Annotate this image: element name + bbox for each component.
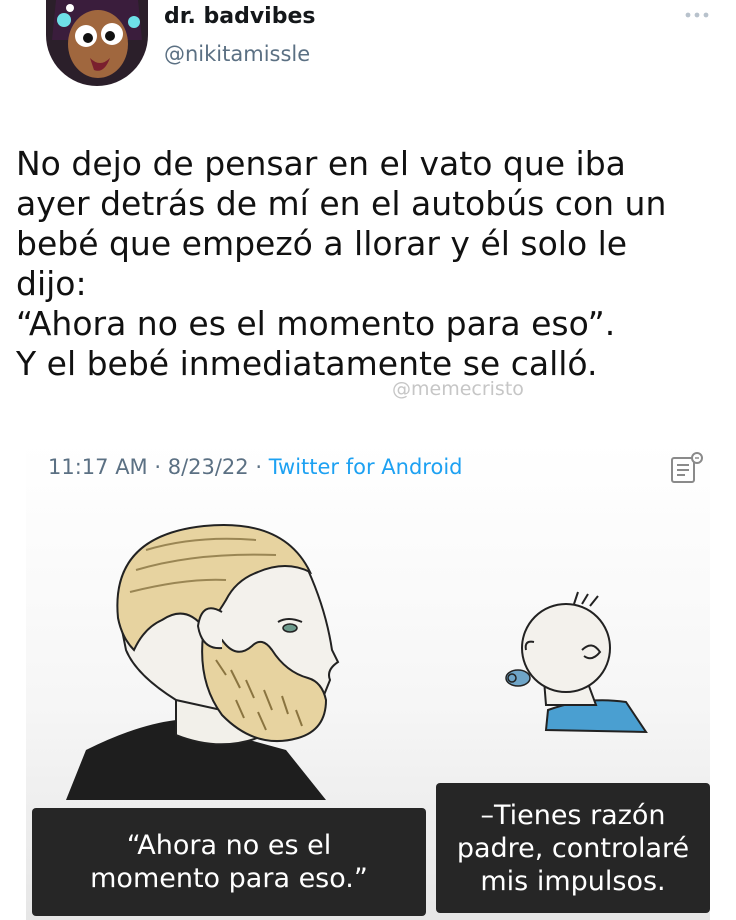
tweet-metadata: 11:17 AM · 8/23/22 · Twitter for Android	[48, 455, 463, 479]
caption-right: –Tienes razón padre, controlaré mis impu…	[436, 783, 710, 913]
tweet-line: ayer detrás de mí en el autobús con un	[16, 184, 667, 223]
tweet-line: Y el bebé inmediatamente se calló.	[16, 344, 598, 383]
tweet-text: No dejo de pensar en el vato que iba aye…	[16, 144, 726, 384]
notes-icon	[671, 452, 703, 483]
tweet-line: dijo:	[16, 264, 87, 303]
more-options-icon[interactable]	[684, 10, 710, 20]
chad-meme-illustration	[66, 524, 648, 800]
author-handle[interactable]: @nikitamissle	[164, 42, 310, 66]
tweet-timestamp: 11:17 AM · 8/23/22 ·	[48, 455, 269, 479]
caption-right-line: padre, controlaré	[456, 832, 690, 864]
tweet-source-link[interactable]: Twitter for Android	[269, 455, 463, 479]
tweet-line: “Ahora no es el momento para eso”.	[16, 304, 616, 343]
author-display-name[interactable]: dr. badvibes	[164, 4, 315, 29]
cartoon-avatar-icon	[46, 0, 148, 86]
avatar[interactable]	[46, 0, 148, 86]
tweet-line: bebé que empezó a llorar y él solo le	[16, 224, 628, 263]
caption-right-line: mis impulsos.	[480, 865, 666, 897]
chad-figure	[66, 524, 340, 800]
caption-left-line: “Ahora no es el	[126, 830, 332, 861]
caption-left: “Ahora no es el momento para eso.”	[32, 808, 426, 916]
tweet-line: No dejo de pensar en el vato que iba	[16, 144, 626, 183]
caption-left-line: momento para eso.”	[90, 863, 368, 894]
caption-right-line: –Tienes razón	[480, 799, 666, 831]
watermark: @memecristo	[392, 378, 524, 400]
baby-figure	[505, 591, 648, 734]
